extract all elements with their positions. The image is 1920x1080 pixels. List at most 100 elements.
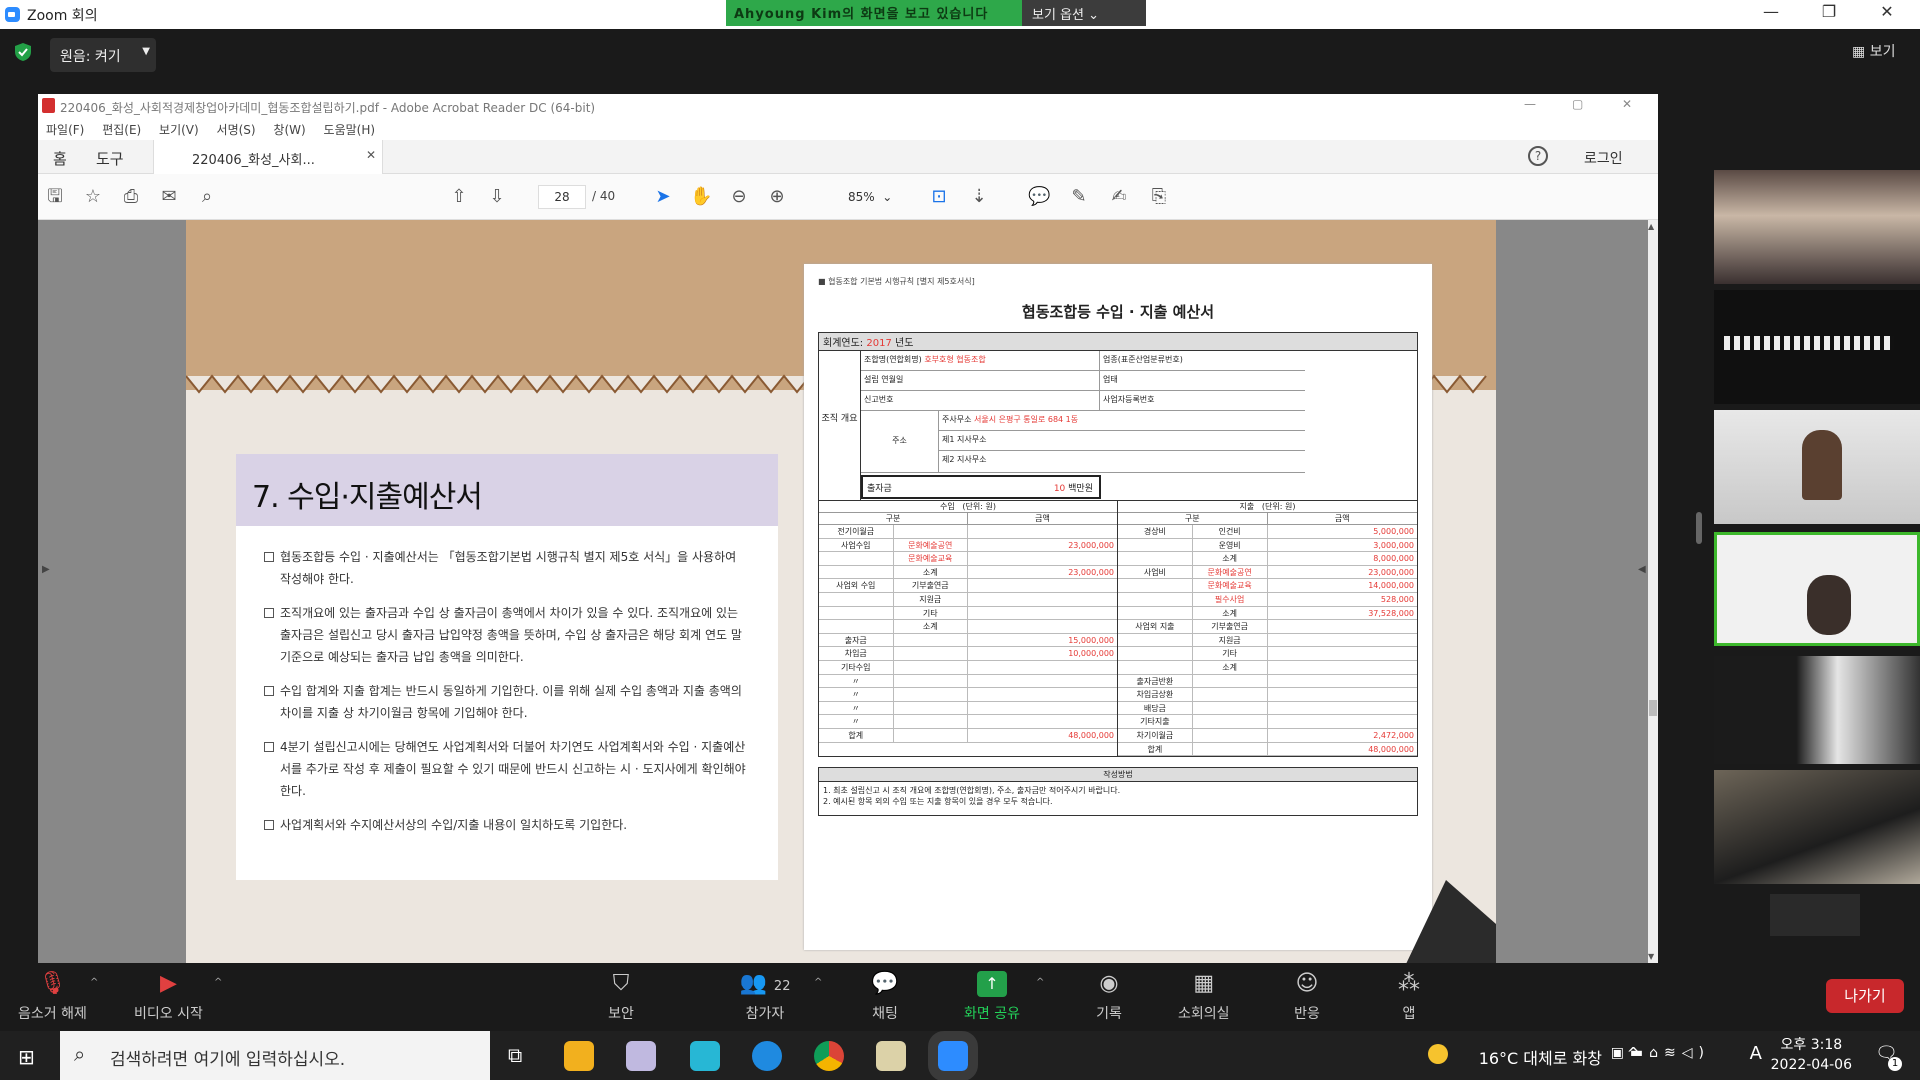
row-item: 소계 [894,620,968,633]
chrome-browser-icon[interactable] [814,1041,844,1071]
tab-document[interactable]: 220406_화성_사회... ✕ [153,140,383,174]
document-viewer[interactable]: ▶ ◀ 7. 수입·지출예산서 협동조합등 수입 · 지출예산서는 「협동조합기… [38,220,1658,964]
save-icon[interactable]: 🖫 [44,186,66,208]
paint-app-icon[interactable] [626,1041,656,1071]
star-icon[interactable]: ☆ [82,186,104,208]
close-button[interactable]: ✕ [1864,2,1910,26]
tab-home[interactable]: 홈 [53,148,67,169]
acrobat-tabbar: 홈 도구 220406_화성_사회... ✕ ? 로그인 [38,140,1658,174]
row-item [1193,688,1268,701]
tab-close-icon[interactable]: ✕ [366,148,376,162]
acro-close-button[interactable]: ✕ [1622,97,1632,111]
bird-app-icon[interactable] [690,1041,720,1071]
budget-row: 전기이월금 [819,525,1117,539]
menu-help[interactable]: 도움말(H) [324,123,376,137]
tab-tools[interactable]: 도구 [96,148,124,169]
left-panel-toggle-icon[interactable]: ▶ [42,564,50,575]
email-icon[interactable]: ✉ [158,186,180,208]
vertical-scrollbar[interactable]: ▲ ▼ [1648,220,1658,964]
participants-count: 22 [773,979,791,994]
fit-page-icon[interactable]: ⊡ [928,186,950,208]
taskbar-search-box[interactable]: ⌕ 검색하려면 여기에 입력하십시오. [60,1031,490,1080]
acrobat-menubar: 파일(F) 편집(E) 보기(V) 서명(S) 창(W) 도움말(H) [38,118,1658,140]
file-explorer-icon[interactable] [564,1041,594,1071]
video-tile[interactable] [1714,410,1920,524]
mic-muted-icon: 🎙 [38,971,67,996]
row-amount: 48,000,000 [1068,730,1114,740]
budget-row: 소계 [1118,660,1417,675]
gallery-view-button[interactable]: ▦ 보기 [1852,41,1895,61]
menu-sign[interactable]: 서명(S) [217,123,256,137]
participants-chevron-icon[interactable]: ^ [814,977,822,988]
menu-edit[interactable]: 편집(E) [102,123,141,137]
share-screen-button[interactable]: ↑ 화면 공유 [964,971,1020,1023]
zoom-in-icon[interactable]: ⊕ [766,186,788,208]
edge-browser-icon[interactable] [752,1041,782,1071]
acro-minimize-button[interactable]: — [1524,97,1536,111]
original-sound-button[interactable]: 원음: 켜기 ▼ [50,38,156,72]
row-item: 기타 [894,606,968,620]
select-cursor-icon[interactable]: ➤ [652,186,674,208]
share-options-chevron-icon[interactable]: ^ [1036,977,1044,988]
scroll-up-icon[interactable]: ▲ [1648,222,1654,231]
scroll-thumb[interactable] [1649,700,1657,716]
login-button[interactable]: 로그인 [1584,148,1623,168]
breakout-rooms-button[interactable]: ▦ 소회의실 [1178,971,1230,1023]
task-view-icon[interactable]: ⧉ [508,1043,522,1067]
scroll-down-icon[interactable]: ▼ [1648,952,1654,961]
shield-check-icon[interactable] [14,42,32,62]
unmute-label: 음소거 해제 [18,1006,87,1022]
clock[interactable]: 오후 3:18 2022-04-06 [1771,1035,1852,1075]
help-icon[interactable]: ? [1528,146,1548,166]
zoom-select[interactable]: 85% ⌄ [838,185,908,209]
menu-file[interactable]: 파일(F) [46,123,84,137]
tray-status-icons[interactable]: ▣▬⌂≋◁) [1611,1045,1710,1061]
video-options-chevron-icon[interactable]: ^ [214,977,222,988]
leave-button[interactable]: 나가기 [1826,979,1904,1013]
menu-window[interactable]: 창(W) [273,123,305,137]
gallery-pager[interactable] [1770,894,1860,936]
acro-maximize-button[interactable]: ▢ [1572,97,1583,111]
hq-cell: 주사무소 서울시 은평구 통일로 684 1동 [939,411,1305,431]
next-page-icon[interactable]: ⇩ [486,186,508,208]
video-tile[interactable] [1714,170,1920,284]
ime-indicator[interactable]: A [1750,1043,1762,1064]
zoom-out-icon[interactable]: ⊖ [728,186,750,208]
unmute-button[interactable]: 🎙 음소거 해제 [18,971,87,1023]
view-options-button[interactable]: 보기 옵션 ⌄ [1022,0,1146,26]
maximize-button[interactable]: ❐ [1806,2,1852,26]
windows-start-icon[interactable]: ⊞ [18,1045,35,1069]
stamp-icon[interactable]: ⎘ [1148,186,1170,208]
page-number-input[interactable]: 28 [538,185,586,209]
audio-options-chevron-icon[interactable]: ^ [90,977,98,988]
zoom-taskbar-icon[interactable] [928,1031,978,1080]
row-item [894,674,968,688]
comment-icon[interactable]: 💬 [1028,186,1050,208]
hand-tool-icon[interactable]: ✋ [690,186,712,208]
video-tile[interactable] [1714,656,1920,764]
paint-palette-icon[interactable] [876,1041,906,1071]
search-icon[interactable]: ⌕ [196,186,218,208]
highlight-pen-icon[interactable]: ✎ [1068,186,1090,208]
start-video-button[interactable]: ▶ 비디오 시작 [134,971,203,1023]
menu-view[interactable]: 보기(V) [159,123,199,137]
video-tile[interactable] [1714,290,1920,404]
participants-button[interactable]: 👥 22 참가자 [730,971,800,1023]
form-reference: ■ 협동조합 기본법 시행규칙 [별지 제5호서식] [818,277,975,286]
minimize-button[interactable]: — [1748,2,1794,26]
prev-page-icon[interactable]: ⇧ [448,186,470,208]
active-speaker-tile[interactable] [1714,532,1920,646]
security-button[interactable]: ⛉ 보안 [606,971,636,1023]
weather-text[interactable]: 16°C 대체로 화창 [1479,1045,1602,1069]
right-panel-toggle-icon[interactable]: ◀ [1638,564,1646,575]
print-icon[interactable]: ⎙ [120,186,142,208]
chat-button[interactable]: 💬 채팅 [870,971,900,1023]
video-tile[interactable] [1714,770,1920,884]
gallery-resize-handle[interactable] [1696,512,1702,544]
sign-icon[interactable]: ✍ [1108,186,1130,208]
apps-button[interactable]: ⁂ 앱 [1394,971,1424,1023]
record-button[interactable]: ◉ 기록 [1094,971,1124,1023]
reactions-button[interactable]: ☺ 반응 [1292,971,1322,1023]
scroll-mode-icon[interactable]: ⇣ [968,186,990,208]
search-icon: ⌕ [74,1042,86,1066]
